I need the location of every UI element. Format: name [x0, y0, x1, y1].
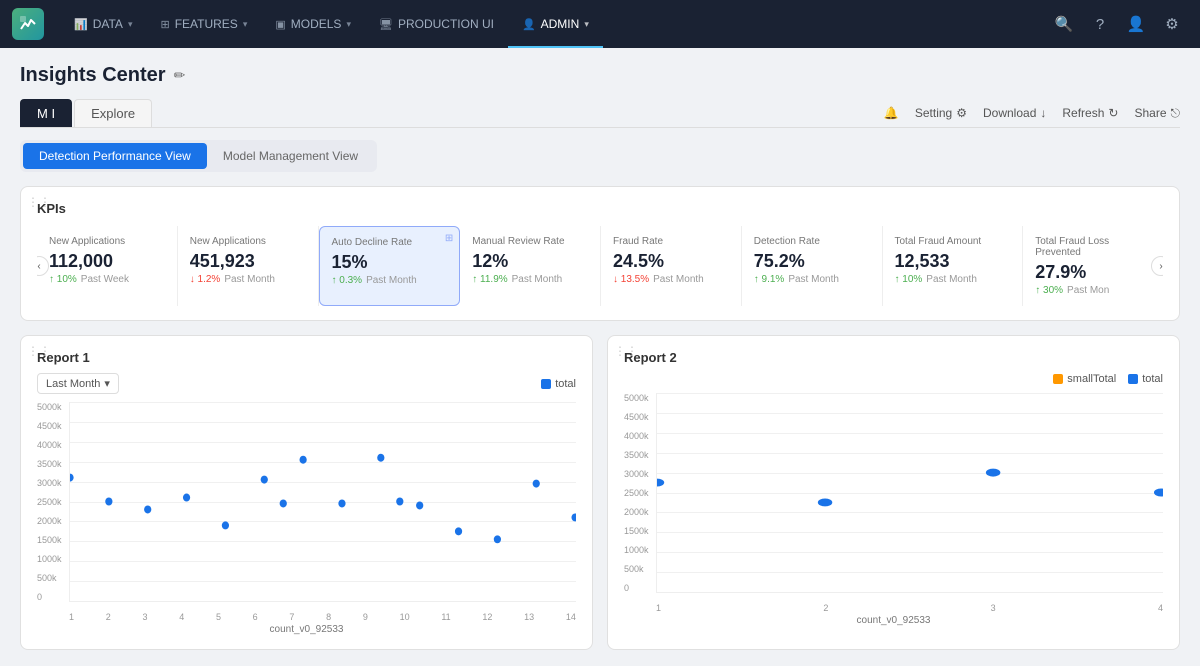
report1-x-axis: 1 2 3 4 5 6 7 8 9 10 11 12 13 14 [69, 612, 576, 622]
kpi-items: New Applications 112,000 ↑ 10% Past Week… [37, 226, 1163, 306]
kpi-card-manual-review: Manual Review Rate 12% ↑ 11.9% Past Mont… [460, 226, 601, 306]
report1-title: Report 1 [37, 350, 576, 365]
report2-legend: smallTotal total [1053, 373, 1163, 385]
edit-title-icon[interactable]: ✏ [174, 67, 186, 84]
report2-controls: smallTotal total [624, 373, 1163, 385]
dropdown-chevron-icon: ▾ [104, 377, 110, 390]
features-chevron: ▾ [243, 19, 248, 30]
production-icon: 🖥 [379, 18, 393, 31]
page-title-row: Insights Center ✏ [20, 64, 1180, 87]
report2-plot [656, 393, 1163, 593]
kpi-card-fraud-loss-prevented: Total Fraud Loss Prevented 27.9% ↑ 30% P… [1023, 226, 1163, 306]
tabs-row: M I Explore 🔔 Setting ⚙ Download ↓ Refre… [20, 99, 1180, 128]
kpi-card-fraud-rate: Fraud Rate 24.5% ↓ 13.5% Past Month [601, 226, 742, 306]
report2-card: ⋮⋮ Report 2 smallTotal total 5000k [607, 335, 1180, 650]
report1-chart-area: 5000k 4500k 4000k 3500k 3000k 2500k 2000… [37, 402, 576, 622]
models-icon: ▣ [275, 18, 285, 31]
navbar: 📊 DATA ▾ ⊞ FEATURES ▾ ▣ MODELS ▾ 🖥 PRODU… [0, 0, 1200, 48]
detection-performance-view-btn[interactable]: Detection Performance View [23, 143, 207, 169]
nav-models[interactable]: ▣ MODELS ▾ [261, 0, 365, 48]
settings-button[interactable]: ⚙ [1156, 8, 1188, 40]
download-icon: ↓ [1040, 106, 1046, 120]
share-action[interactable]: Share ⎋ [1134, 106, 1180, 121]
report1-card: ⋮⋮ Report 1 Last Month ▾ total 5000k 450 [20, 335, 593, 650]
kpi-section-title: KPIs [37, 201, 1163, 216]
report2-y-axis: 5000k 4500k 4000k 3500k 3000k 2500k 2000… [624, 393, 656, 593]
data-icon: 📊 [74, 18, 88, 31]
report2-chart-area: 5000k 4500k 4000k 3500k 3000k 2500k 2000… [624, 393, 1163, 613]
features-icon: ⊞ [160, 18, 169, 31]
legend-total: total [541, 378, 576, 390]
report1-controls: Last Month ▾ total [37, 373, 576, 394]
report1-svg [70, 402, 576, 601]
nav-features[interactable]: ⊞ FEATURES ▾ [146, 0, 261, 48]
report2-x-title: count_v0_92533 [624, 615, 1163, 626]
bell-action[interactable]: 🔔 [884, 106, 899, 120]
view-toggle: Detection Performance View Model Managem… [20, 140, 377, 172]
report2-drag-handle[interactable]: ⋮⋮ [614, 344, 638, 358]
kpi-card-auto-decline: ⊞ Auto Decline Rate 15% ↑ 0.3% Past Mont… [319, 226, 461, 306]
report1-plot [69, 402, 576, 602]
setting-action[interactable]: Setting ⚙ [915, 106, 967, 120]
setting-gear-icon: ⚙ [956, 106, 967, 120]
report2-title: Report 2 [624, 350, 1163, 365]
legend-total-r2: total [1128, 373, 1163, 385]
kpi-highlight-icon: ⊞ [445, 233, 453, 244]
nav-data[interactable]: 📊 DATA ▾ [60, 0, 146, 48]
report1-period-dropdown[interactable]: Last Month ▾ [37, 373, 119, 394]
report2-svg [657, 393, 1163, 592]
kpi-drag-handle[interactable]: ⋮⋮ [27, 195, 51, 209]
download-action[interactable]: Download ↓ [983, 106, 1046, 120]
page-title: Insights Center [20, 64, 166, 87]
kpi-card-total-fraud-amount: Total Fraud Amount 12,533 ↑ 10% Past Mon… [883, 226, 1024, 306]
report1-y-axis: 5000k 4500k 4000k 3500k 3000k 2500k 2000… [37, 402, 69, 602]
legend-small-total-dot [1053, 374, 1063, 384]
legend-total-r2-dot [1128, 374, 1138, 384]
tabs-actions: 🔔 Setting ⚙ Download ↓ Refresh ↻ Share ⎋ [884, 106, 1180, 121]
kpi-row: ‹ New Applications 112,000 ↑ 10% Past We… [37, 226, 1163, 306]
kpi-card-detection-rate: Detection Rate 75.2% ↑ 9.1% Past Month [742, 226, 883, 306]
tab-explore[interactable]: Explore [74, 99, 152, 127]
charts-row: ⋮⋮ Report 1 Last Month ▾ total 5000k 450 [20, 335, 1180, 650]
report1-drag-handle[interactable]: ⋮⋮ [27, 344, 51, 358]
model-management-view-btn[interactable]: Model Management View [207, 143, 374, 169]
kpi-card-new-applications-month: New Applications 451,923 ↓ 1.2% Past Mon… [178, 226, 319, 306]
help-button[interactable]: ? [1084, 8, 1116, 40]
kpi-card-new-applications-week: New Applications 112,000 ↑ 10% Past Week [37, 226, 178, 306]
data-chevron: ▾ [128, 19, 133, 30]
legend-total-dot [541, 379, 551, 389]
legend-small-total: smallTotal [1053, 373, 1116, 385]
nav-admin[interactable]: 👤 ADMIN ▾ [508, 0, 603, 48]
page-content: Insights Center ✏ M I Explore 🔔 Setting … [0, 48, 1200, 666]
report1-legend: total [541, 378, 576, 390]
search-button[interactable]: 🔍 [1048, 8, 1080, 40]
admin-chevron: ▾ [584, 19, 589, 30]
refresh-icon: ↻ [1108, 106, 1118, 120]
share-icon: ⎋ [1171, 106, 1181, 121]
tab-mi[interactable]: M I [20, 99, 72, 127]
kpi-section: ⋮⋮ KPIs ‹ New Applications 112,000 ↑ 10%… [20, 186, 1180, 321]
report2-x-axis: 1 2 3 4 [656, 603, 1163, 613]
admin-icon: 👤 [522, 18, 536, 31]
refresh-action[interactable]: Refresh ↻ [1062, 106, 1118, 120]
nav-production[interactable]: 🖥 PRODUCTION UI [365, 0, 508, 48]
account-button[interactable]: 👤 [1120, 8, 1152, 40]
nav-right-actions: 🔍 ? 👤 ⚙ [1048, 8, 1188, 40]
models-chevron: ▾ [346, 19, 351, 30]
app-logo [12, 8, 44, 40]
